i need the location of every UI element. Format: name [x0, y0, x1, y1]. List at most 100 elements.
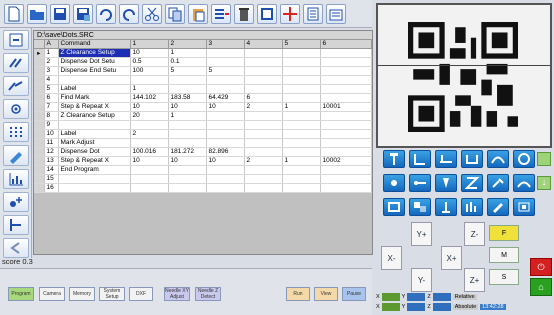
param-cell-2[interactable]: [168, 120, 207, 130]
pause-button[interactable]: Pause: [342, 287, 366, 301]
mark-icon[interactable]: [513, 198, 535, 216]
command-cell[interactable]: Label: [58, 84, 131, 94]
param-cell-4[interactable]: [244, 111, 283, 121]
command-cell[interactable]: Step & Repeat X: [58, 102, 131, 112]
table-row[interactable]: ▸ 1 Z Clearance Setup 10 1: [34, 48, 372, 58]
table-row[interactable]: 14 End Program: [34, 165, 372, 175]
row-number[interactable]: 2: [44, 57, 59, 67]
line-end-icon[interactable]: [461, 150, 483, 168]
param-cell-6[interactable]: [320, 147, 372, 157]
command-cell[interactable]: [58, 75, 131, 85]
param-cell-3[interactable]: 10: [206, 156, 245, 166]
row-handle[interactable]: [34, 165, 45, 175]
camera-view[interactable]: [376, 3, 552, 148]
row-handle[interactable]: [34, 174, 45, 184]
dispense-point-icon[interactable]: [383, 150, 405, 168]
row-number[interactable]: 16: [44, 183, 59, 193]
param-cell-2[interactable]: [168, 75, 207, 85]
table-row[interactable]: 10 Label 2: [34, 129, 372, 139]
row-handle[interactable]: [34, 93, 45, 103]
memory-button[interactable]: Memory: [69, 287, 95, 301]
param-cell-4[interactable]: [244, 147, 283, 157]
param-cell-2[interactable]: [168, 84, 207, 94]
command-cell[interactable]: Z Clearance Setup: [58, 48, 131, 58]
export-icon[interactable]: [326, 3, 346, 24]
insert-command-icon[interactable]: [2, 30, 29, 51]
nozzle-green-icon[interactable]: [537, 152, 551, 166]
move-point-icon[interactable]: [2, 191, 29, 212]
param-cell-4[interactable]: 6: [244, 93, 283, 103]
back-arrow-icon[interactable]: [2, 237, 29, 258]
param-cell-3[interactable]: [206, 183, 245, 193]
param-cell-6[interactable]: [320, 183, 372, 193]
label-icon[interactable]: [409, 198, 431, 216]
param-cell-6[interactable]: [320, 93, 372, 103]
param-cell-5[interactable]: [282, 174, 321, 184]
command-cell[interactable]: Dispense Dot: [58, 147, 131, 157]
arc-end-icon[interactable]: [513, 174, 535, 192]
param-cell-1[interactable]: 2: [130, 129, 169, 139]
param-cell-6[interactable]: [320, 84, 372, 94]
cut-icon[interactable]: [142, 3, 162, 24]
z-plus-button[interactable]: Z+: [464, 268, 485, 292]
param-cell-5[interactable]: [282, 165, 321, 175]
row-number[interactable]: 12: [44, 147, 59, 157]
row-number[interactable]: 4: [44, 75, 59, 85]
table-row[interactable]: 2 Dispense Dot Setu 0.5 0.1: [34, 57, 372, 67]
param-cell-3[interactable]: [206, 57, 245, 67]
param-cell-5[interactable]: [282, 48, 321, 58]
program-button[interactable]: Program: [8, 287, 34, 301]
array-icon[interactable]: [257, 3, 277, 24]
table-row[interactable]: 13 Step & Repeat X 10 10 10 2 1 10002: [34, 156, 372, 166]
step-repeat-icon[interactable]: [461, 198, 483, 216]
param-cell-3[interactable]: [206, 129, 245, 139]
command-cell[interactable]: End Program: [58, 165, 131, 175]
z-move-icon[interactable]: [435, 198, 457, 216]
param-cell-3[interactable]: [206, 84, 245, 94]
row-number[interactable]: 11: [44, 138, 59, 148]
command-cell[interactable]: [58, 174, 131, 184]
dot-point-icon[interactable]: [2, 99, 29, 120]
row-number[interactable]: 7: [44, 102, 59, 112]
x-plus-button[interactable]: X+: [441, 246, 462, 270]
param-cell-6[interactable]: 10001: [320, 102, 372, 112]
needle-tip-icon[interactable]: [435, 174, 457, 192]
param-cell-3[interactable]: [206, 75, 245, 85]
param-cell-5[interactable]: 1: [282, 102, 321, 112]
matrix-icon[interactable]: [2, 122, 29, 143]
param-cell-2[interactable]: 181.272: [168, 147, 207, 157]
param-cell-4[interactable]: [244, 183, 283, 193]
delete-icon[interactable]: [234, 3, 254, 24]
command-cell[interactable]: Dispense End Setu: [58, 66, 131, 76]
down-arrow-green-icon[interactable]: ↓: [537, 176, 551, 190]
y-plus-button[interactable]: Y+: [411, 222, 432, 246]
param-cell-5[interactable]: 1: [282, 156, 321, 166]
view-button[interactable]: View: [314, 287, 338, 301]
param-cell-2[interactable]: 183.58: [168, 93, 207, 103]
x-minus-button[interactable]: X-: [381, 246, 402, 270]
needle-xy-adjust-button[interactable]: Needle XY Adjust: [164, 287, 190, 301]
row-number[interactable]: 10: [44, 129, 59, 139]
row-handle[interactable]: [34, 120, 45, 130]
param-cell-6[interactable]: [320, 48, 372, 58]
command-cell[interactable]: [58, 120, 131, 130]
param-cell-6[interactable]: [320, 57, 372, 67]
row-number[interactable]: 5: [44, 84, 59, 94]
param-cell-3[interactable]: [206, 174, 245, 184]
list-icon[interactable]: [303, 3, 323, 24]
param-cell-5[interactable]: [282, 75, 321, 85]
param-cell-5[interactable]: [282, 147, 321, 157]
param-cell-3[interactable]: [206, 165, 245, 175]
arc-icon[interactable]: [487, 150, 509, 168]
param-cell-3[interactable]: [206, 138, 245, 148]
insert-row-icon[interactable]: [211, 3, 231, 24]
table-row[interactable]: 8Z Clearance Setup 20 1: [34, 111, 372, 121]
param-cell-5[interactable]: [282, 93, 321, 103]
param-cell-1[interactable]: 100: [130, 66, 169, 76]
save-icon[interactable]: [50, 3, 70, 24]
split-icon[interactable]: [2, 214, 29, 235]
param-cell-4[interactable]: [244, 129, 283, 139]
param-cell-1[interactable]: 144.102: [130, 93, 169, 103]
row-handle[interactable]: [34, 66, 45, 76]
line-passing-icon[interactable]: [435, 150, 457, 168]
